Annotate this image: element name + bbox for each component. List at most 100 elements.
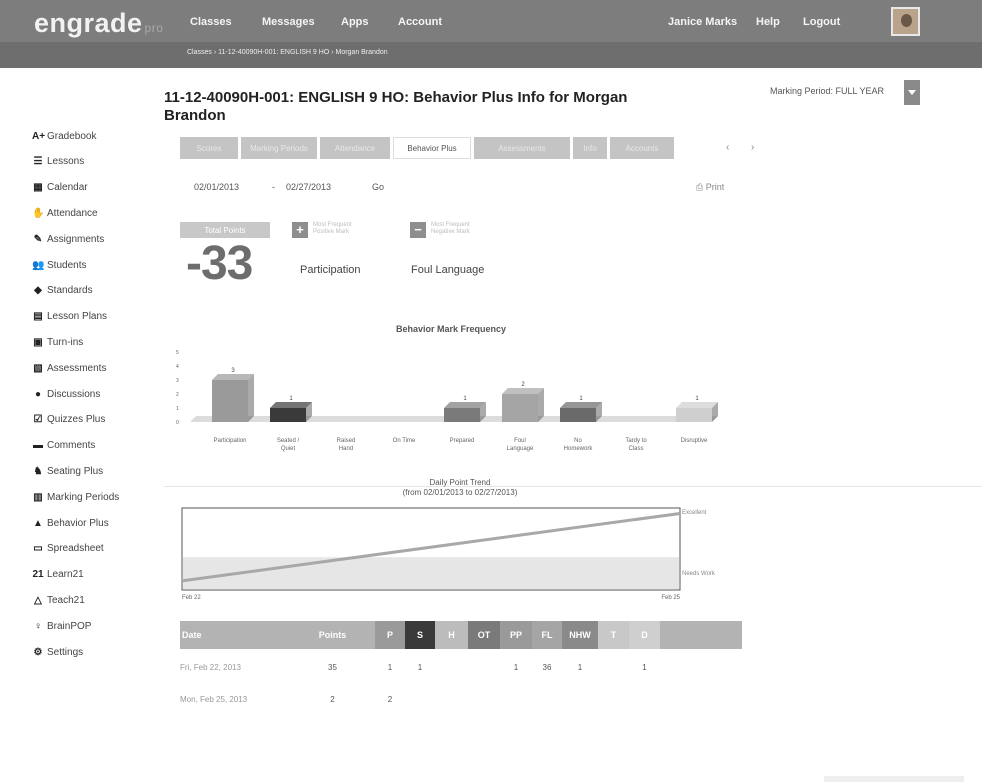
sidebar-item-label: Calendar: [47, 182, 88, 194]
y-tick-label: 1: [176, 406, 179, 412]
nav-classes[interactable]: Classes: [190, 16, 232, 28]
column-header-s[interactable]: S: [405, 621, 435, 649]
column-header-h[interactable]: H: [435, 621, 468, 649]
sidebar-item-label: Spreadsheet: [47, 543, 104, 555]
sidebar-item-quizzes-plus[interactable]: ☑ Quizzes Plus: [32, 410, 106, 430]
nav-help[interactable]: Help: [756, 16, 780, 28]
engrade-logo[interactable]: engrade pro: [34, 8, 163, 39]
category-label: Homework: [564, 446, 594, 452]
tab-accounts[interactable]: Accounts: [610, 137, 674, 159]
tab-scores[interactable]: Scores: [180, 137, 238, 159]
sidebar-item-attendance[interactable]: ✋ Attendance: [32, 203, 98, 223]
y-tick-label: 2: [176, 392, 179, 398]
print-button[interactable]: ⎙ Print: [696, 182, 724, 193]
sidebar-item-label: Gradebook: [47, 130, 97, 142]
column-header-d[interactable]: D: [629, 621, 660, 649]
marking-period-dropdown-button[interactable]: [904, 80, 920, 105]
sidebar-item-label: Lessons: [47, 156, 85, 168]
tab-prev-arrow[interactable]: ‹: [726, 142, 729, 153]
tab-info[interactable]: Info: [573, 137, 607, 159]
tab-marking-periods[interactable]: Marking Periods: [241, 137, 317, 159]
total-points-value: -33: [186, 237, 253, 290]
sidebar-item-standards[interactable]: ◆ Standards: [32, 281, 92, 301]
data-label: 1: [579, 396, 583, 402]
column-header-date[interactable]: Date: [180, 621, 290, 649]
sidebar-item-lessons[interactable]: ☰ Lessons: [32, 152, 85, 172]
sidebar-item-teach21[interactable]: △ Teach21: [32, 590, 85, 610]
calendar-icon: ▦: [33, 182, 43, 194]
sidebar-item-label: Turn-ins: [47, 336, 84, 348]
sidebar-item-spreadsheet[interactable]: ▭ Spreadsheet: [32, 539, 104, 559]
quizzes-plus-icon: ☑: [33, 414, 43, 426]
nav-apps[interactable]: Apps: [341, 16, 369, 28]
sidebar-item-assignments[interactable]: ✎ Assignments: [32, 229, 104, 249]
table-cell: 1: [387, 663, 393, 672]
column-header-nhw[interactable]: NHW: [562, 621, 598, 649]
sidebar-item-lesson-plans[interactable]: ▤ Lesson Plans: [32, 307, 107, 327]
sidebar-item-label: Lesson Plans: [47, 311, 108, 323]
sidebar-item-comments[interactable]: ▬ Comments: [32, 436, 95, 456]
divider: [164, 486, 982, 487]
sidebar-item-students[interactable]: 👥 Students: [32, 255, 86, 275]
sidebar-item-turn-ins[interactable]: ▣ Turn-ins: [32, 332, 83, 352]
column-header-t[interactable]: T: [598, 621, 629, 649]
column-header-points[interactable]: Points: [290, 621, 375, 649]
tab-behavior-plus[interactable]: Behavior Plus: [393, 137, 471, 159]
nav-account[interactable]: Account: [398, 16, 442, 28]
avatar[interactable]: [891, 7, 920, 36]
sidebar-item-calendar[interactable]: ▦ Calendar: [32, 178, 88, 198]
behavior-plus-icon: ▲: [33, 517, 43, 529]
nav-messages[interactable]: Messages: [262, 16, 315, 28]
nav-user-name[interactable]: Janice Marks: [668, 16, 737, 28]
sidebar-item-seating-plus[interactable]: ♞ Seating Plus: [32, 461, 104, 481]
sidebar-item-marking-periods[interactable]: ▥ Marking Periods: [32, 487, 119, 507]
teach21-icon: △: [34, 594, 42, 606]
students-icon: 👥: [32, 259, 45, 271]
negative-mark-value: Foul Language: [411, 264, 485, 276]
sidebar-item-discussions[interactable]: ● Discussions: [32, 384, 100, 404]
trend-title: Daily Point Trend: [429, 478, 491, 487]
top-navigation-bar: engrade pro Classes Messages Apps Account…: [0, 0, 982, 68]
trend-subtitle: (from 02/01/2013 to 02/27/2013): [402, 488, 518, 497]
gradebook-icon: A+: [32, 130, 46, 142]
bar-prepared: [444, 408, 480, 422]
nav-logout[interactable]: Logout: [803, 16, 840, 28]
sidebar-item-behavior-plus[interactable]: ▲ Behavior Plus: [32, 513, 109, 533]
x-tick-label: Feb 22: [182, 595, 201, 601]
printer-icon: ⎙: [696, 182, 706, 192]
band-label: Excellent: [682, 510, 707, 516]
sidebar-item-settings[interactable]: ⚙ Settings: [32, 642, 84, 662]
category-label: Language: [507, 446, 534, 452]
table-cell: 1: [417, 663, 423, 672]
start-date-field[interactable]: 02/01/2013: [194, 182, 239, 192]
column-header-pp[interactable]: PP: [500, 621, 532, 649]
sidebar-item-label: Discussions: [47, 388, 101, 400]
table-cell: 35: [328, 663, 337, 672]
data-label: 3: [231, 368, 235, 374]
bar-disruptive: [676, 408, 712, 422]
y-tick-label: 4: [176, 364, 179, 370]
go-button[interactable]: Go: [372, 182, 384, 192]
sidebar-item-label: BrainPOP: [47, 620, 92, 632]
breadcrumb[interactable]: Classes › 11-12-40090H-001: ENGLISH 9 HO…: [187, 49, 388, 56]
bar-foul-language: [502, 394, 538, 422]
bar-top: [444, 402, 486, 408]
column-header-ot[interactable]: OT: [468, 621, 500, 649]
sidebar-item-label: Attendance: [47, 207, 98, 219]
tab-attendance[interactable]: Attendance: [320, 137, 390, 159]
sidebar-item-assessments[interactable]: ▧ Assessments: [32, 358, 106, 378]
sidebar-item-gradebook[interactable]: A+ Gradebook: [32, 126, 96, 146]
page-title: 11-12-40090H-001: ENGLISH 9 HO: Behavior…: [164, 89, 628, 124]
y-tick-label: 5: [176, 350, 179, 356]
end-date-field[interactable]: 02/27/2013: [286, 182, 331, 192]
sidebar-item-brainpop[interactable]: ♀ BrainPOP: [32, 616, 91, 636]
bar-participation: [212, 380, 248, 422]
column-header-fl[interactable]: FL: [532, 621, 562, 649]
bar-seated-quiet: [270, 408, 306, 422]
tab-next-arrow[interactable]: ›: [751, 142, 754, 153]
column-header-p[interactable]: P: [375, 621, 405, 649]
tab-assessments[interactable]: Assessments: [474, 137, 570, 159]
category-label: Prepared: [450, 438, 475, 444]
sidebar-item-learn21[interactable]: 21 Learn21: [32, 565, 83, 585]
table-cell: 1: [577, 663, 583, 672]
